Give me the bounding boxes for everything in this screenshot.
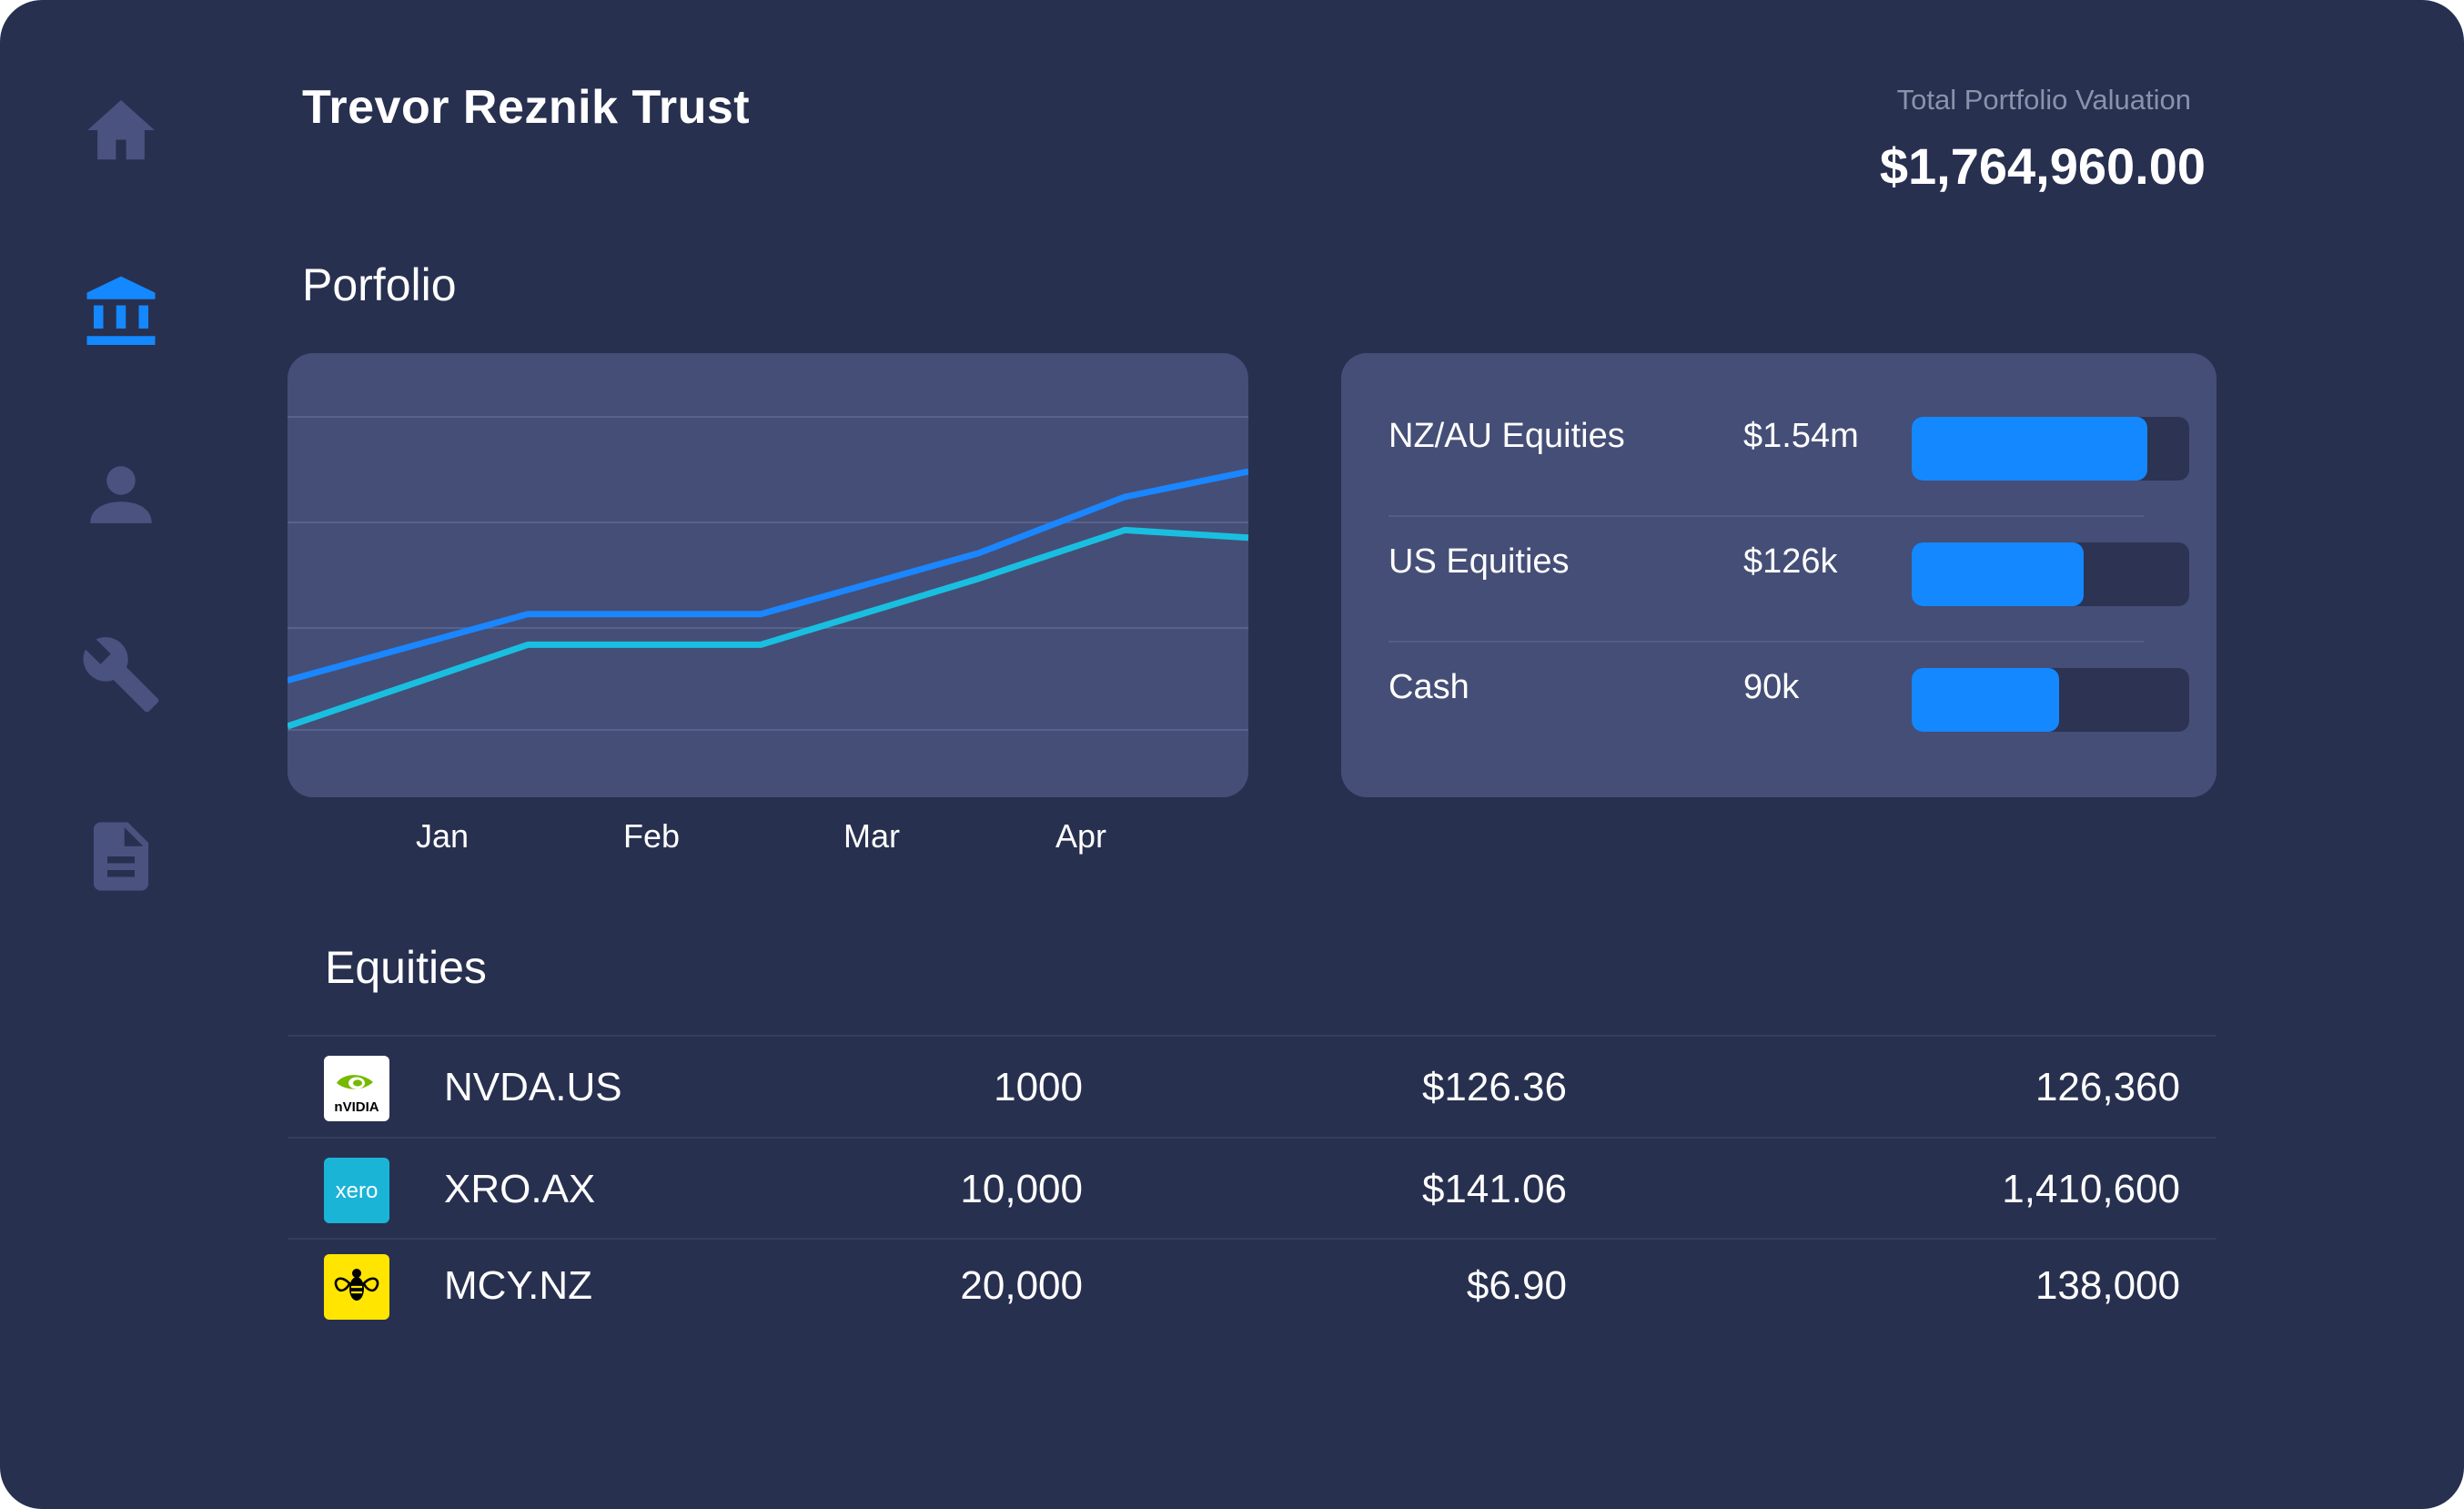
mercury-logo	[324, 1254, 389, 1320]
allocation-name: US Equities	[1389, 542, 1570, 581]
app-window: Trevor Reznik Trust Total Portfolio Valu…	[0, 0, 2464, 1509]
allocation-row: Cash 90k	[1389, 624, 2189, 750]
table-row[interactable]: MCY.NZ 20,000 $6.90 138,000	[288, 1236, 2217, 1336]
allocation-bar-fill	[1912, 542, 2085, 606]
allocation-bar	[1912, 542, 2189, 606]
document-icon[interactable]	[80, 815, 162, 897]
allocation-name: Cash	[1389, 668, 1469, 706]
allocation-value: 90k	[1743, 668, 1800, 706]
allocation-bar-fill	[1912, 668, 2059, 732]
allocation-value: $126k	[1743, 542, 1838, 581]
allocation-name: NZ/AU Equities	[1389, 417, 1625, 455]
allocation-bar	[1912, 417, 2189, 481]
bank-icon[interactable]	[80, 271, 162, 353]
equity-symbol: XRO.AX	[444, 1167, 596, 1211]
xero-logo: xero	[324, 1158, 389, 1223]
chart-x-tick-label: Feb	[622, 817, 681, 855]
divider	[288, 1035, 2217, 1037]
svg-text:nVIDIA: nVIDIA	[334, 1099, 379, 1115]
equity-quantity: 20,000	[960, 1263, 1083, 1308]
person-icon[interactable]	[80, 453, 162, 535]
valuation-amount: $1,764,960.00	[1879, 137, 2206, 195]
equity-total: 1,410,600	[2002, 1167, 2180, 1211]
equity-total: 138,000	[2035, 1263, 2180, 1308]
table-row[interactable]: xero XRO.AX 10,000 $141.06 1,410,600	[288, 1139, 2217, 1240]
equity-total: 126,360	[2035, 1065, 2180, 1109]
allocation-bar	[1912, 668, 2189, 732]
allocation-bar-fill	[1912, 417, 2148, 481]
portfolio-heading: Porfolio	[302, 259, 457, 310]
allocation-card: NZ/AU Equities $1.54m US Equities $126k …	[1341, 353, 2217, 797]
valuation-label: Total Portfolio Valuation	[1896, 84, 2191, 116]
equity-price: $126.36	[1421, 1065, 1567, 1109]
equity-quantity: 10,000	[960, 1167, 1083, 1211]
allocation-value: $1.54m	[1743, 417, 1859, 455]
equity-symbol: NVDA.US	[444, 1065, 622, 1109]
chart-x-tick-label: Mar	[843, 817, 900, 855]
chart-plot	[288, 416, 1248, 731]
portfolio-chart	[288, 353, 1248, 797]
nvidia-logo: nVIDIA	[324, 1056, 389, 1121]
wrench-icon[interactable]	[80, 633, 162, 715]
equity-price: $141.06	[1421, 1167, 1567, 1211]
chart-x-tick-label: Apr	[1055, 817, 1107, 855]
allocation-row: US Equities $126k	[1389, 499, 2189, 624]
equity-quantity: 1000	[994, 1065, 1083, 1109]
equity-symbol: MCY.NZ	[444, 1263, 592, 1308]
svg-text:xero: xero	[336, 1179, 379, 1203]
page-title: Trevor Reznik Trust	[302, 81, 751, 134]
equity-price: $6.90	[1466, 1263, 1567, 1308]
chart-series-line-1	[288, 468, 1248, 684]
allocation-row: NZ/AU Equities $1.54m	[1389, 373, 2189, 499]
equities-heading: Equities	[325, 942, 487, 993]
table-row[interactable]: nVIDIA NVDA.US 1000 $126.36 126,360	[288, 1038, 2217, 1138]
divider	[288, 1137, 2217, 1139]
chart-x-tick-label: Jan	[415, 817, 470, 855]
home-icon[interactable]	[80, 89, 162, 171]
